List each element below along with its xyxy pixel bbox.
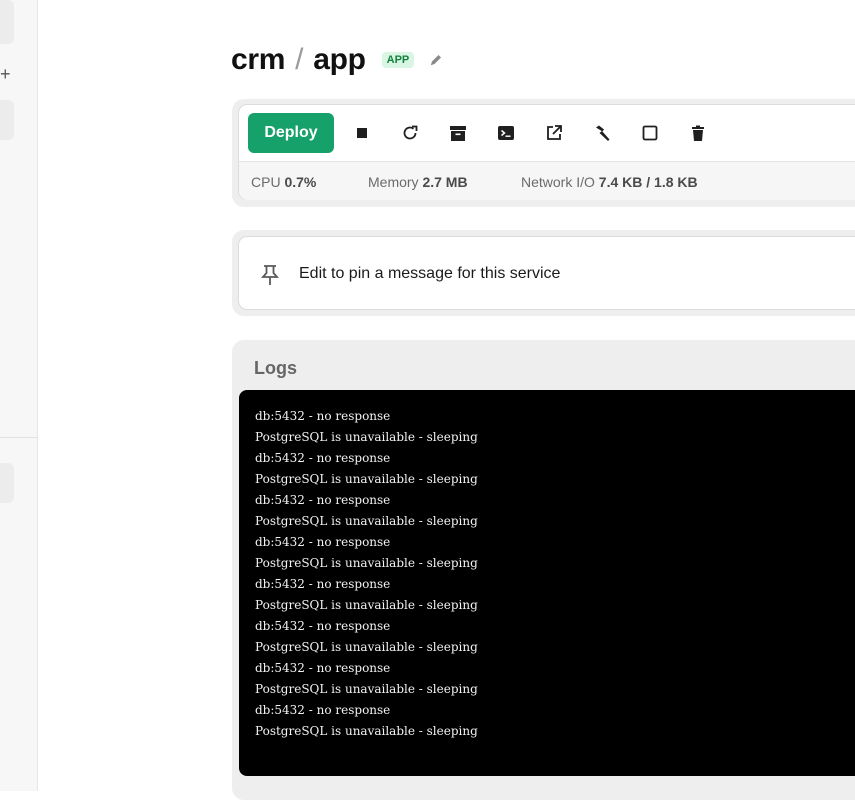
pin-icon xyxy=(259,263,281,287)
log-line: PostgreSQL is unavailable - sleeping xyxy=(255,682,478,696)
logs-panel: Logs db:5432 - no response PostgreSQL is … xyxy=(232,340,855,800)
page-header: crm / app APP xyxy=(231,38,444,82)
log-line: db:5432 - no response xyxy=(255,451,391,465)
memory-stat: Memory 2.7 MB xyxy=(368,174,468,190)
log-line: db:5432 - no response xyxy=(255,619,391,633)
restart-icon[interactable] xyxy=(400,123,420,143)
sidebar-item[interactable] xyxy=(0,463,14,503)
cpu-stat: CPU 0.7% xyxy=(251,174,316,190)
log-line: db:5432 - no response xyxy=(255,535,391,549)
stop-icon[interactable] xyxy=(352,123,372,143)
network-stat: Network I/O 7.4 KB / 1.8 KB xyxy=(521,174,698,190)
log-line: PostgreSQL is unavailable - sleeping xyxy=(255,556,478,570)
service-toolbar: Deploy CPU 0.7% Memory 2.7 MB Network I/… xyxy=(238,104,855,200)
logs-title: Logs xyxy=(254,358,297,378)
log-line: PostgreSQL is unavailable - sleeping xyxy=(255,598,478,612)
pin-message-text: Edit to pin a message for this service xyxy=(299,265,561,282)
delete-icon[interactable] xyxy=(688,123,708,143)
title-separator: / xyxy=(295,43,304,76)
service-type-badge: APP xyxy=(381,52,415,68)
build-hammer-icon[interactable] xyxy=(592,123,612,143)
service-toolbar-card: Deploy CPU 0.7% Memory 2.7 MB Network I/… xyxy=(232,99,855,207)
memory-value: 2.7 MB xyxy=(422,174,468,190)
cpu-label: CPU xyxy=(251,174,281,190)
page-title: crm / app xyxy=(231,43,366,77)
external-link-icon[interactable] xyxy=(544,123,564,143)
log-line: db:5432 - no response xyxy=(255,661,391,675)
log-line: db:5432 - no response xyxy=(255,409,391,423)
log-line: db:5432 - no response xyxy=(255,703,391,717)
log-line: db:5432 - no response xyxy=(255,577,391,591)
log-line: PostgreSQL is unavailable - sleeping xyxy=(255,724,478,738)
memory-label: Memory xyxy=(368,174,419,190)
service-name: app xyxy=(313,43,366,76)
log-output[interactable]: db:5432 - no response PostgreSQL is unava… xyxy=(239,390,855,776)
sidebar-item[interactable] xyxy=(0,100,14,140)
sidebar: + xyxy=(0,0,38,791)
network-value: 7.4 KB / 1.8 KB xyxy=(598,174,698,190)
resource-stats: CPU 0.7% Memory 2.7 MB Network I/O 7.4 K… xyxy=(239,161,855,200)
log-line: PostgreSQL is unavailable - sleeping xyxy=(255,514,478,528)
log-line: PostgreSQL is unavailable - sleeping xyxy=(255,640,478,654)
log-line: PostgreSQL is unavailable - sleeping xyxy=(255,430,478,444)
sidebar-divider xyxy=(0,437,37,438)
terminal-icon[interactable] xyxy=(496,123,516,143)
log-line: PostgreSQL is unavailable - sleeping xyxy=(255,472,478,486)
add-icon[interactable]: + xyxy=(0,64,14,84)
edit-name-icon[interactable] xyxy=(428,52,444,68)
sidebar-item[interactable] xyxy=(0,0,14,44)
archive-icon[interactable] xyxy=(448,123,468,143)
network-label: Network I/O xyxy=(521,174,595,190)
cpu-value: 0.7% xyxy=(284,174,317,190)
pinned-message[interactable]: Edit to pin a message for this service xyxy=(238,236,855,310)
log-line: db:5432 - no response xyxy=(255,493,391,507)
pinned-message-card: Edit to pin a message for this service xyxy=(232,230,855,316)
project-name[interactable]: crm xyxy=(231,43,285,76)
deploy-button[interactable]: Deploy xyxy=(248,113,334,153)
square-icon[interactable] xyxy=(640,123,660,143)
